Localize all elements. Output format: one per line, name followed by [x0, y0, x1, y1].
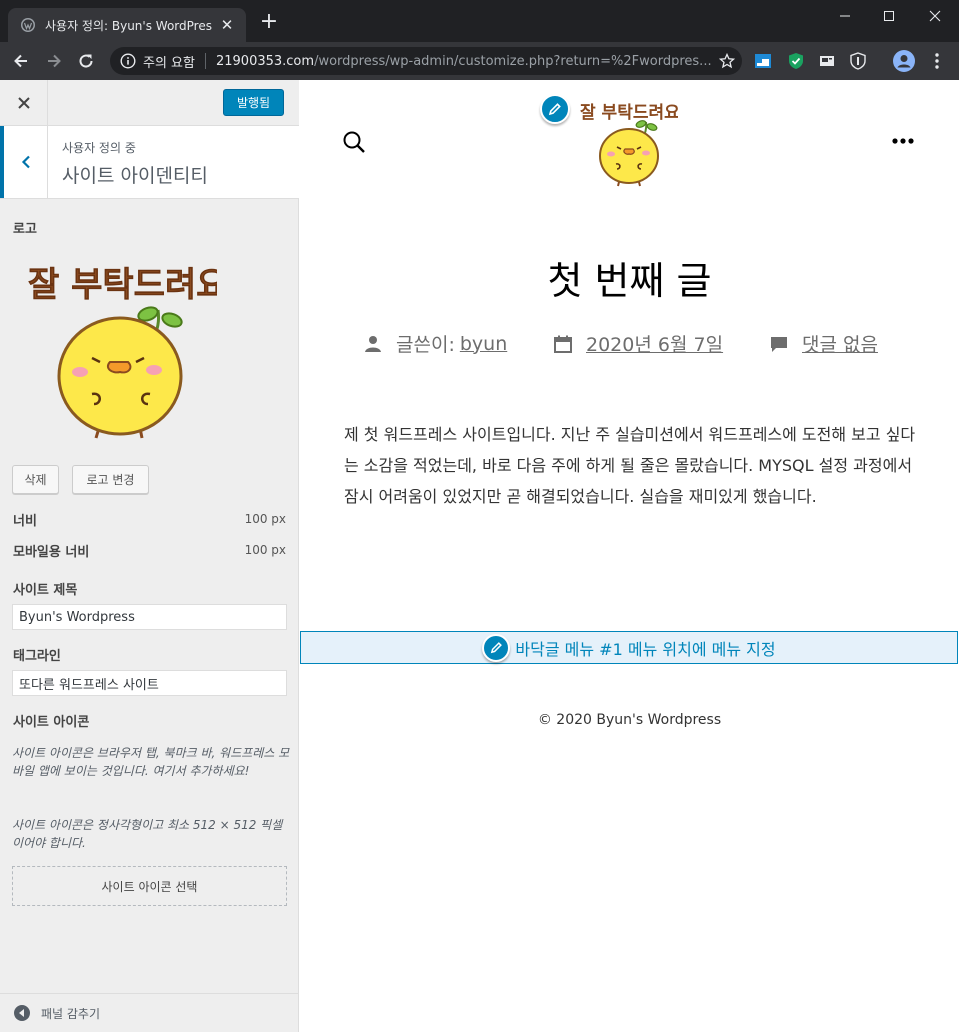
calendar-icon — [554, 335, 572, 353]
change-logo-button[interactable]: 로고 변경 — [72, 465, 149, 494]
url-host: 21900353.com — [215, 53, 315, 69]
back-to-panel-button[interactable] — [0, 126, 48, 198]
remove-logo-button[interactable]: 삭제 — [12, 465, 59, 494]
select-site-icon-button[interactable]: 사이트 아이콘 선택 — [12, 866, 287, 906]
author-prefix: 글쓴이: — [396, 334, 455, 356]
post-comments-meta: 댓글 없음 — [770, 330, 878, 357]
width-value: 100 px — [244, 512, 286, 526]
site-logo-text: 잘 부탁드려요 — [580, 102, 678, 123]
maximize-button[interactable] — [866, 4, 912, 28]
site-logo-lettering: 잘 부탁드려요 — [580, 102, 678, 123]
breadcrumb: 사용자 정의 중 — [62, 141, 136, 155]
close-customizer-button[interactable] — [0, 80, 48, 126]
post-date-meta: 2020년 6월 7일 — [554, 330, 723, 357]
extension-card-icon[interactable] — [818, 52, 836, 70]
customizer-header: 발행됨 — [0, 80, 299, 126]
reload-icon — [79, 54, 93, 68]
section-title: 사이트 아이덴티티 — [62, 165, 208, 187]
site-preview: 잘 부탁드려요 첫 번째 글 글쓴이: byun 2020년 6월 7일 댓글 … — [300, 80, 959, 1032]
address-bar[interactable]: 주의 요함 21900353.com/wordpress/wp-admin/cu… — [110, 47, 742, 75]
tagline-input[interactable]: 또다른 워드프레스 사이트 — [12, 670, 287, 696]
publish-button[interactable]: 발행됨 — [223, 89, 284, 116]
browser-menu-icon[interactable] — [928, 52, 946, 70]
extension-shield-icon[interactable] — [787, 52, 805, 70]
post-author-meta: 글쓴이: byun — [364, 330, 507, 357]
copyright-text: © 2020 Byun's Wordpress — [537, 712, 722, 728]
post-content: 제 첫 워드프레스 사이트입니다. 지난 주 실습미션에서 워드프레스에 도전해… — [344, 425, 916, 506]
browser-toolbar: 주의 요함 21900353.com/wordpress/wp-admin/cu… — [0, 42, 959, 80]
reload-button[interactable] — [73, 49, 99, 73]
collapse-panel-button[interactable]: 패널 감추기 — [0, 993, 299, 1032]
url-path: /wordpress/wp-admin/customize.php?return… — [314, 53, 712, 69]
site-title-label: 사이트 제목 — [13, 583, 78, 598]
tagline-label: 태그라인 — [13, 649, 61, 664]
site-icon-requirements: 사이트 아이콘은 정사각형이고 최소 512 × 512 픽셀이어야 합니다. — [12, 818, 283, 850]
profile-avatar-icon[interactable] — [893, 50, 915, 72]
collapse-arrow-icon — [14, 1005, 30, 1021]
section-header: 사용자 정의 중 사이트 아이덴티티 — [0, 126, 299, 199]
close-window-icon — [929, 10, 941, 22]
pencil-icon — [490, 642, 502, 654]
width-label: 너비 — [13, 514, 37, 529]
edit-footer-menu-shortcut[interactable] — [482, 633, 511, 662]
bookmark-star-icon[interactable] — [712, 53, 742, 69]
comment-icon — [771, 336, 787, 352]
user-icon — [365, 335, 381, 352]
close-window-button[interactable] — [912, 4, 958, 28]
back-button[interactable] — [8, 49, 34, 73]
browser-titlebar: 사용자 정의: Byun's WordPress ✕ + — [0, 0, 959, 42]
minimize-icon — [840, 15, 850, 17]
author-link[interactable]: byun — [460, 333, 507, 355]
new-tab-button[interactable]: + — [257, 11, 281, 33]
url-text[interactable]: 21900353.com/wordpress/wp-admin/customiz… — [216, 54, 712, 69]
footer-menu-notice: 바닥글 메뉴 #1 메뉴 위치에 메뉴 지정 — [515, 639, 776, 659]
info-icon[interactable] — [120, 53, 136, 69]
arrow-left-icon — [14, 54, 27, 68]
chevron-left-icon — [21, 155, 30, 169]
site-title-input[interactable]: Byun's Wordpress — [12, 604, 287, 630]
browser-tab[interactable]: 사용자 정의: Byun's WordPress ✕ — [8, 8, 246, 42]
wordpress-favicon-icon — [21, 18, 35, 32]
mobile-width-value: 100 px — [244, 543, 286, 557]
close-icon — [17, 97, 30, 109]
more-menu-icon[interactable] — [892, 138, 914, 144]
customizer-panel: 발행됨 사용자 정의 중 사이트 아이덴티티 로고 잘 부탁드려요 삭제 로고 … — [0, 80, 299, 1032]
edit-logo-shortcut[interactable] — [540, 94, 570, 124]
post-title[interactable]: 첫 번째 글 — [300, 250, 959, 305]
logo-lettering: 잘 부탁드려요 — [28, 265, 217, 305]
tab-title: 사용자 정의: Byun's WordPress — [45, 18, 212, 33]
logo-label: 로고 — [13, 222, 37, 237]
post-date-link[interactable]: 2020년 6월 7일 — [586, 330, 723, 357]
pencil-icon — [548, 103, 561, 116]
arrow-right-icon — [48, 54, 61, 68]
extension-window-icon[interactable] — [754, 52, 772, 70]
logo-image[interactable]: 잘 부탁드려요 — [22, 252, 217, 444]
site-icon-description: 사이트 아이콘은 브라우저 탭, 북마크 바, 워드프레스 모바일 앱에 보이는… — [12, 746, 290, 778]
site-icon-label: 사이트 아이콘 — [13, 715, 90, 730]
footer-menu-placeholder[interactable]: 바닥글 메뉴 #1 메뉴 위치에 메뉴 지정 — [300, 631, 958, 664]
extension-brave-shield-icon[interactable] — [849, 52, 867, 70]
collapse-label: 패널 감추기 — [41, 1006, 101, 1021]
security-label[interactable]: 주의 요함 — [143, 52, 195, 71]
comments-link[interactable]: 댓글 없음 — [802, 330, 878, 357]
tab-close-icon[interactable]: ✕ — [218, 16, 236, 34]
search-icon[interactable] — [342, 130, 366, 154]
mobile-width-label: 모바일용 너비 — [13, 545, 90, 560]
maximize-icon — [884, 11, 894, 21]
minimize-button[interactable] — [822, 4, 868, 28]
forward-button[interactable] — [41, 49, 67, 73]
omnibox-divider — [204, 53, 206, 69]
